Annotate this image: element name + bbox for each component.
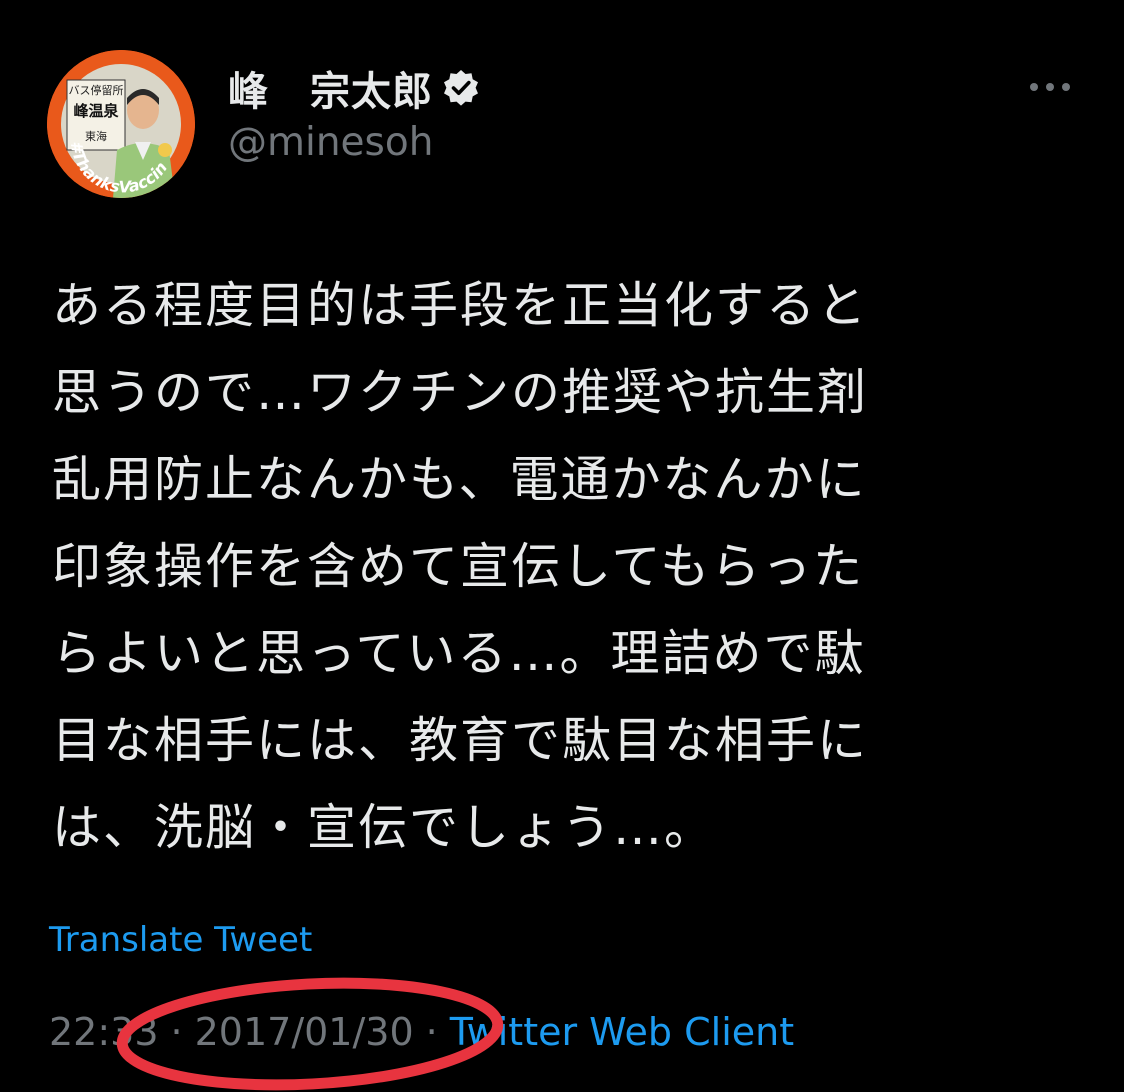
tweet-date[interactable]: 2017/01/30 [195, 1010, 414, 1054]
author-display-name[interactable]: 峰 宗太郎 [228, 59, 433, 117]
tweet-client-link[interactable]: Twitter Web Client [450, 1010, 794, 1054]
meta-separator: · [425, 1010, 438, 1054]
tweet-line: 目な相手には、教育で駄目な相手に [52, 712, 869, 769]
author-name-row[interactable]: 峰 宗太郎 [228, 58, 481, 118]
tweet-time[interactable]: 22:33 [49, 1010, 159, 1054]
avatar-sign-name: 峰温泉 [73, 102, 119, 120]
tweet-line: らよいと思っている…。理詰めで駄 [52, 625, 866, 682]
tweet-line: 乱用防止なんかも、電通かなんかに [52, 451, 867, 508]
meta-separator: · [170, 1010, 183, 1054]
avatar-image: バス停留所 峰温泉 東海 #ThanksVaccine [47, 50, 195, 198]
translate-tweet-link[interactable]: Translate Tweet [49, 920, 312, 960]
tweet-line: は、洗脳・宣伝でしょう…。 [52, 799, 716, 856]
tweet-line: ある程度目的は手段を正当化すると [52, 277, 869, 334]
verified-badge-icon [441, 68, 481, 108]
avatar[interactable]: バス停留所 峰温泉 東海 #ThanksVaccine [47, 50, 195, 198]
author-handle[interactable]: @minesoh [228, 120, 433, 165]
avatar-sign-top: バス停留所 [69, 83, 124, 97]
more-horizontal-icon[interactable] [1024, 72, 1076, 102]
tweet-meta: 22:33 · 2017/01/30 · Twitter Web Client [49, 1010, 794, 1054]
tweet-line: 印象操作を含めて宣伝してもらった [52, 538, 865, 595]
tweet-text: ある程度目的は手段を正当化すると 思うので…ワクチンの推奨や抗生剤 乱用防止なん… [52, 262, 1062, 871]
avatar-sign-bottom: 東海 [85, 129, 107, 143]
tweet-line: 思うので…ワクチンの推奨や抗生剤 [52, 364, 869, 421]
